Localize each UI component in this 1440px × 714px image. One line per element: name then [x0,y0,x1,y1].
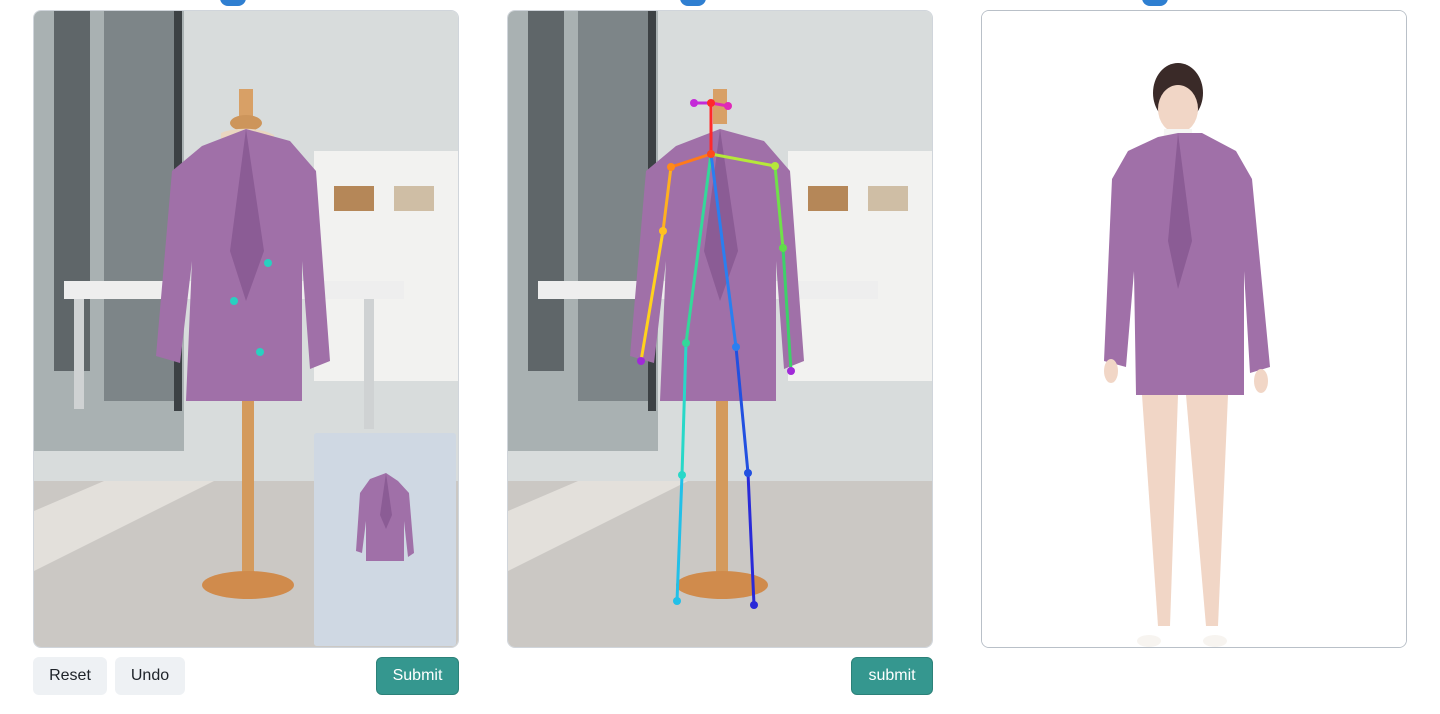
keypoint-marker[interactable] [230,297,238,305]
undo-button[interactable]: Undo [115,657,185,695]
keypoint-marker[interactable] [264,259,272,267]
header-arc-right [1142,0,1168,6]
header-arc-left [220,0,246,6]
pose-submit-button[interactable]: submit [851,657,933,695]
generated-model [982,11,1406,647]
pose-image-panel[interactable] [507,10,933,648]
pose-skeleton [508,11,932,647]
garment-thumbnail [314,433,456,646]
reset-button[interactable]: Reset [33,657,107,695]
result-image-panel [981,10,1407,648]
submit-button[interactable]: Submit [376,657,459,695]
input-image-panel[interactable] [33,10,459,648]
header-arc-middle [680,0,706,6]
keypoint-marker[interactable] [256,348,264,356]
